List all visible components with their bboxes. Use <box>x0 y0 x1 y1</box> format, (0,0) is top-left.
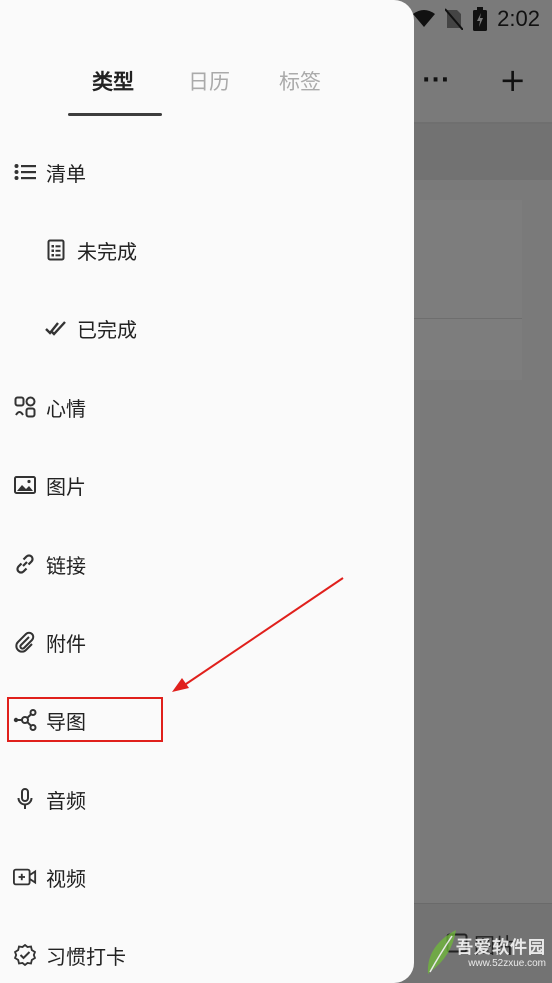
add-icon[interactable]: + <box>499 64 526 96</box>
status-time: 2:02 <box>497 6 540 31</box>
menu-item-label: 音频 <box>46 788 86 813</box>
watermark-url: www.52zxue.com <box>468 957 546 969</box>
menu-item-label: 附件 <box>46 631 86 656</box>
link-icon <box>13 552 37 576</box>
background-card-divider <box>400 318 522 319</box>
tab-tags[interactable]: 标签 <box>279 66 321 96</box>
image-icon <box>13 473 37 497</box>
paperclip-icon <box>13 630 37 654</box>
microphone-icon <box>13 787 37 811</box>
menu-item-mood[interactable]: 心情 <box>13 387 86 427</box>
tab-calendar[interactable]: 日历 <box>188 66 230 96</box>
menu-item-incomplete[interactable]: 未完成 <box>44 230 137 270</box>
battery-charging-icon <box>473 7 488 31</box>
menu-item-list[interactable]: 清单 <box>13 152 86 192</box>
status-bar: 2:02 <box>392 0 552 38</box>
menu-item-label: 已完成 <box>77 317 137 342</box>
mood-icon <box>13 395 37 419</box>
menu-item-label: 清单 <box>46 161 86 186</box>
tab-type[interactable]: 类型 <box>92 66 134 96</box>
menu-item-link[interactable]: 链接 <box>13 544 86 584</box>
menu-item-label: 心情 <box>46 396 86 421</box>
no-sim-icon <box>445 8 464 30</box>
checklist-icon <box>44 238 68 262</box>
menu-item-video[interactable]: 视频 <box>13 857 86 897</box>
habit-check-icon <box>13 943 37 967</box>
annotation-highlight-box <box>7 697 163 742</box>
menu-item-label: 图片 <box>46 474 86 499</box>
menu-item-habit[interactable]: 习惯打卡 <box>13 935 126 975</box>
menu-item-label: 链接 <box>46 553 86 578</box>
wifi-icon <box>413 10 436 28</box>
watermark: 吾爱软件园 www.52zxue.com <box>420 918 552 983</box>
menu-item-audio[interactable]: 音频 <box>13 779 86 819</box>
background-toolbar: ··· + <box>422 60 542 100</box>
leaf-logo-icon <box>427 930 456 974</box>
menu-item-label: 习惯打卡 <box>46 944 126 969</box>
menu-item-label: 未完成 <box>77 239 137 264</box>
menu-item-attachment[interactable]: 附件 <box>13 622 86 662</box>
navigation-drawer: 类型 日历 标签 清单 未完成 已完成 心情 图片 链接 附件 导图 音频 视频… <box>0 0 414 983</box>
active-tab-indicator <box>68 113 162 116</box>
watermark-title: 吾爱软件园 <box>456 937 546 958</box>
list-icon <box>13 160 37 184</box>
double-check-icon <box>44 316 68 340</box>
more-icon[interactable]: ··· <box>422 68 450 93</box>
background-card <box>400 200 522 380</box>
video-icon <box>13 865 37 889</box>
menu-item-label: 视频 <box>46 866 86 891</box>
drawer-tabs: 类型 日历 标签 <box>0 58 414 118</box>
menu-item-image[interactable]: 图片 <box>13 465 86 505</box>
menu-item-completed[interactable]: 已完成 <box>44 308 137 348</box>
